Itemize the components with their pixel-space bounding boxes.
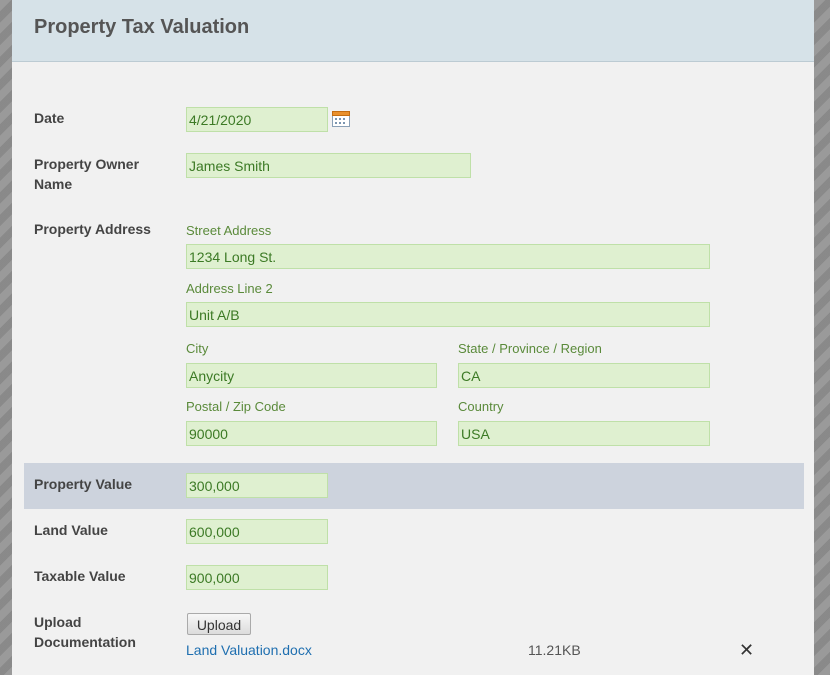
land-value-field[interactable] [186,519,328,544]
page-background-left [0,0,12,675]
city-label: City [186,341,209,356]
address-label: Property Address [34,221,151,237]
taxable-value-label: Taxable Value [34,568,126,584]
owner-name-field[interactable] [186,153,471,178]
date-field[interactable] [186,107,328,132]
upload-label-line1: Upload [34,614,82,630]
street-address-label: Street Address [186,223,272,238]
address-line2-field[interactable] [186,302,710,327]
owner-label-line2: Name [34,176,73,192]
property-value-label: Property Value [34,476,133,492]
country-label: Country [458,399,504,414]
calendar-icon[interactable] [332,110,350,127]
taxable-value-field[interactable] [186,565,328,590]
file-size: 11.21KB [528,642,581,658]
postal-code-field[interactable] [186,421,437,446]
form-title: Property Tax Valuation [34,16,250,38]
city-field[interactable] [186,363,437,388]
upload-label: Upload Documentation [34,612,169,652]
property-value-field[interactable] [186,473,328,498]
form-header: Property Tax Valuation [12,0,814,62]
owner-label-line1: Property Owner [34,156,140,172]
form-card: Property Tax Valuation Date Property Own… [12,0,814,675]
uploaded-file-link[interactable]: Land Valuation.docx [186,642,312,658]
upload-button[interactable]: Upload [187,613,251,635]
state-label: State / Province / Region [458,341,602,356]
country-field[interactable] [458,421,710,446]
state-field[interactable] [458,363,710,388]
address-line2-label: Address Line 2 [186,281,273,296]
owner-label: Property Owner Name [34,154,169,194]
land-value-label: Land Value [34,522,108,538]
close-icon[interactable]: ✕ [739,641,754,659]
page-background-right [814,0,830,675]
street-address-field[interactable] [186,244,710,269]
upload-label-line2: Documentation [34,634,136,650]
postal-code-label: Postal / Zip Code [186,399,286,414]
date-label: Date [34,110,65,126]
